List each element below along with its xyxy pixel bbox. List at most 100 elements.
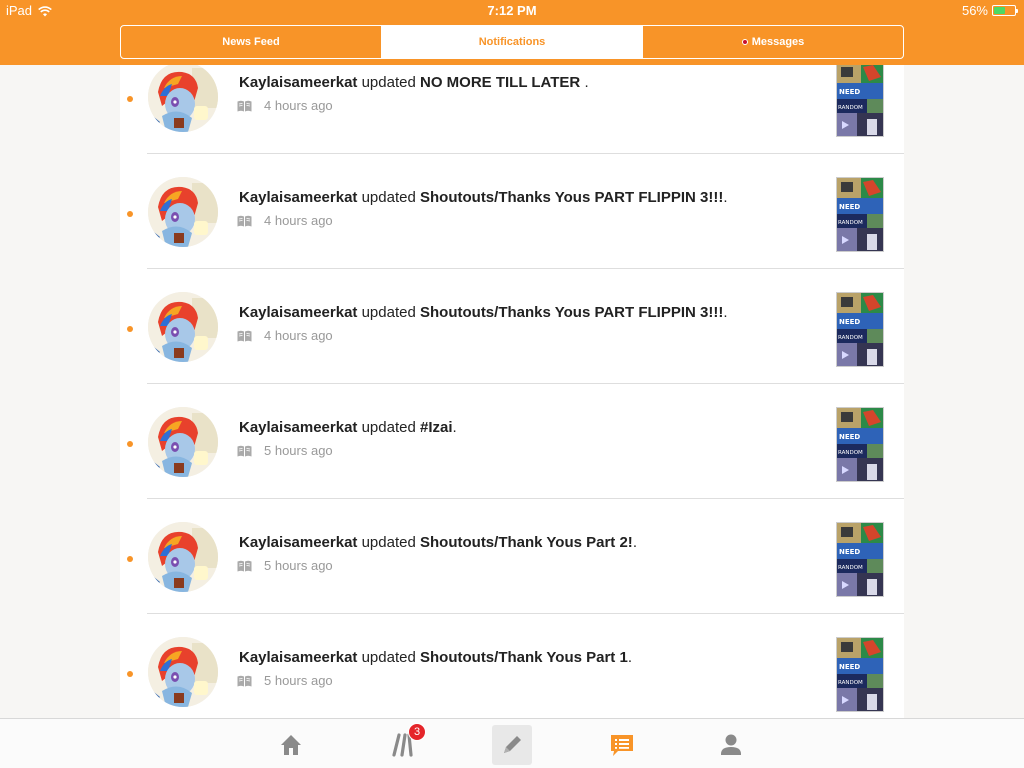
title-suffix: . — [632, 534, 637, 551]
tab-notifications[interactable]: Notifications — [381, 26, 642, 58]
story-cover-thumbnail[interactable]: NEED RANDOM — [836, 292, 884, 367]
notification-meta: 4 hours ago — [237, 98, 333, 113]
avatar[interactable] — [148, 522, 218, 592]
notification-meta: 5 hours ago — [237, 558, 333, 573]
svg-text:NEED: NEED — [839, 203, 860, 211]
status-time: 7:12 PM — [487, 3, 537, 18]
notification-list: Kaylaisameerkat updated NO MORE TILL LAT… — [120, 65, 904, 718]
title-suffix: . — [580, 74, 589, 91]
timestamp: 4 hours ago — [264, 213, 333, 228]
tab-library[interactable]: 3 — [383, 723, 426, 765]
timestamp: 5 hours ago — [264, 673, 333, 688]
unread-dot — [127, 211, 133, 217]
notification-row[interactable]: Kaylaisameerkat updated Shoutouts/Thanks… — [120, 154, 904, 269]
action-verb: updated — [361, 534, 416, 551]
svg-text:NEED: NEED — [839, 663, 860, 671]
profile-icon — [721, 734, 741, 755]
notification-text: Kaylaisameerkat updated Shoutouts/Thank … — [239, 534, 819, 551]
notification-row[interactable]: Kaylaisameerkat updated Shoutouts/Thank … — [120, 614, 904, 718]
notification-text: Kaylaisameerkat updated Shoutouts/Thanks… — [239, 304, 819, 321]
book-icon — [237, 445, 252, 457]
svg-text:NEED: NEED — [839, 548, 860, 556]
battery-icon — [992, 5, 1018, 16]
tab-notifications-bar[interactable] — [602, 725, 642, 765]
notifications-segmented-control: News Feed Notifications Messages — [120, 25, 904, 59]
story-cover-thumbnail[interactable]: NEED RANDOM — [836, 177, 884, 252]
avatar[interactable] — [148, 637, 218, 707]
notification-text: Kaylaisameerkat updated Shoutouts/Thank … — [239, 649, 819, 666]
title-suffix: . — [452, 419, 457, 436]
timestamp: 5 hours ago — [264, 558, 333, 573]
unread-dot — [127, 96, 133, 102]
username[interactable]: Kaylaisameerkat — [239, 649, 357, 666]
title-suffix: . — [723, 304, 728, 321]
bottom-tab-bar: 3 — [0, 718, 1024, 768]
unread-dot — [127, 556, 133, 562]
story-cover-thumbnail[interactable]: NEED RANDOM — [836, 407, 884, 482]
tab-messages-label: Messages — [751, 36, 805, 48]
action-verb: updated — [361, 74, 416, 91]
tab-home[interactable] — [271, 725, 311, 765]
story-title[interactable]: Shoutouts/Thanks Yous PART FLIPPIN 3!!! — [420, 304, 723, 321]
tab-notifications-label: Notifications — [478, 36, 546, 48]
book-icon — [237, 560, 252, 572]
username[interactable]: Kaylaisameerkat — [239, 419, 357, 436]
username[interactable]: Kaylaisameerkat — [239, 534, 357, 551]
notification-text: Kaylaisameerkat updated NO MORE TILL LAT… — [239, 74, 819, 91]
notification-row[interactable]: Kaylaisameerkat updated NO MORE TILL LAT… — [120, 65, 904, 154]
tab-write[interactable] — [492, 725, 532, 765]
svg-text:RANDOM: RANDOM — [838, 105, 863, 111]
story-cover-thumbnail[interactable]: NEED RANDOM — [836, 637, 884, 712]
home-icon — [281, 735, 301, 755]
action-verb: updated — [361, 189, 416, 206]
avatar[interactable] — [148, 65, 218, 132]
story-title[interactable]: Shoutouts/Thank Yous Part 1 — [420, 649, 628, 666]
notification-meta: 4 hours ago — [237, 213, 333, 228]
svg-text:RANDOM: RANDOM — [838, 450, 863, 456]
story-title[interactable]: Shoutouts/Thanks Yous PART FLIPPIN 3!!! — [420, 189, 723, 206]
tab-messages[interactable]: Messages — [642, 26, 903, 58]
avatar[interactable] — [148, 177, 218, 247]
battery-fill — [994, 7, 1005, 14]
story-title[interactable]: #Izai — [420, 419, 453, 436]
notification-text: Kaylaisameerkat updated Shoutouts/Thanks… — [239, 189, 819, 206]
svg-text:RANDOM: RANDOM — [838, 680, 863, 686]
svg-text:NEED: NEED — [839, 318, 860, 326]
notification-text: Kaylaisameerkat updated #Izai. — [239, 419, 819, 436]
notifications-icon — [611, 735, 633, 756]
unread-dot — [127, 441, 133, 447]
notification-row[interactable]: Kaylaisameerkat updated Shoutouts/Thanks… — [120, 269, 904, 384]
svg-text:RANDOM: RANDOM — [838, 335, 863, 341]
svg-text:RANDOM: RANDOM — [838, 220, 863, 226]
action-verb: updated — [361, 649, 416, 666]
unread-dot — [127, 326, 133, 332]
action-verb: updated — [361, 419, 416, 436]
write-icon — [504, 736, 521, 753]
title-suffix: . — [723, 189, 728, 206]
avatar[interactable] — [148, 407, 218, 477]
library-badge: 3 — [408, 723, 426, 741]
svg-text:NEED: NEED — [839, 433, 860, 441]
notification-meta: 5 hours ago — [237, 673, 333, 688]
notification-row[interactable]: Kaylaisameerkat updated Shoutouts/Thank … — [120, 499, 904, 614]
username[interactable]: Kaylaisameerkat — [239, 74, 357, 91]
notification-row[interactable]: Kaylaisameerkat updated #Izai. 5 hours a… — [120, 384, 904, 499]
battery-percent: 56% — [961, 3, 988, 18]
timestamp: 4 hours ago — [264, 98, 333, 113]
tab-profile[interactable] — [711, 725, 751, 765]
avatar[interactable] — [148, 292, 218, 362]
username[interactable]: Kaylaisameerkat — [239, 189, 357, 206]
status-right: 56% — [961, 3, 1018, 18]
book-icon — [237, 215, 252, 227]
book-icon — [237, 330, 252, 342]
top-header: iPad 7:12 PM 56% News Feed Notifications — [0, 0, 1024, 65]
timestamp: 5 hours ago — [264, 443, 333, 458]
story-cover-thumbnail[interactable]: NEED RANDOM — [836, 65, 884, 137]
story-title[interactable]: Shoutouts/Thank Yous Part 2! — [420, 534, 633, 551]
action-verb: updated — [361, 304, 416, 321]
story-title[interactable]: NO MORE TILL LATER — [420, 74, 580, 91]
tab-news-feed[interactable]: News Feed — [121, 26, 381, 58]
story-cover-thumbnail[interactable]: NEED RANDOM — [836, 522, 884, 597]
username[interactable]: Kaylaisameerkat — [239, 304, 357, 321]
book-icon — [237, 675, 252, 687]
